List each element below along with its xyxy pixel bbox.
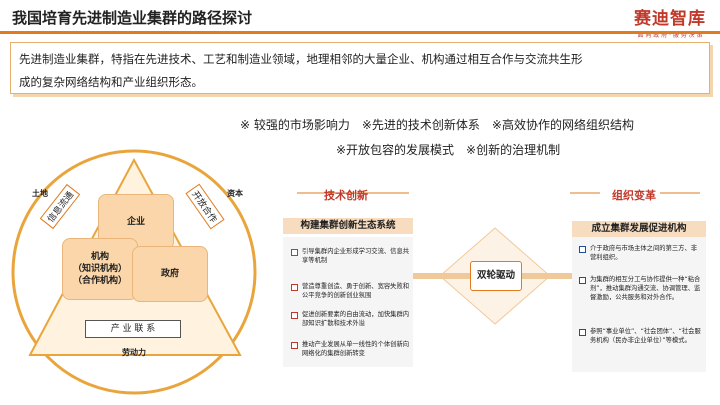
org-item-1: 介于政府与市场主体之间的第三方、非营利组织。 <box>577 244 703 262</box>
org-item-2: 为集群的相互分工与协作提供一种“粘合剂”，推动集群沟通交流、协调管理、监督激励，… <box>577 275 703 302</box>
tech-item-3: 促进创新要素的自由流动，加快集群内部知识扩散和技术外溢 <box>289 310 411 328</box>
dual-drive-hub: 双轮驱动 <box>470 261 522 291</box>
tech-item-2: 营造尊重创造、勇于创新、宽容失败和公平竞争的创新创业氛围 <box>289 282 411 300</box>
org-panel-title: 成立集群发展促进机构 <box>572 221 706 237</box>
org-item-3: 参照“事业单位”、“社会团体”、“社会服务机构（民办非企业单位）”等模式。 <box>577 327 703 345</box>
tech-heading: 技术创新 <box>324 189 368 202</box>
tech-item-4: 推动产业发展从单一线性的个体创新向网络化的集群创新转变 <box>289 340 411 358</box>
org-heading: 组织变革 <box>612 189 656 202</box>
tech-panel-title: 构建集群创新生态系统 <box>283 218 413 234</box>
tech-item-1: 引导集群内企业形成学习交流、信息共享等机制 <box>289 247 411 265</box>
